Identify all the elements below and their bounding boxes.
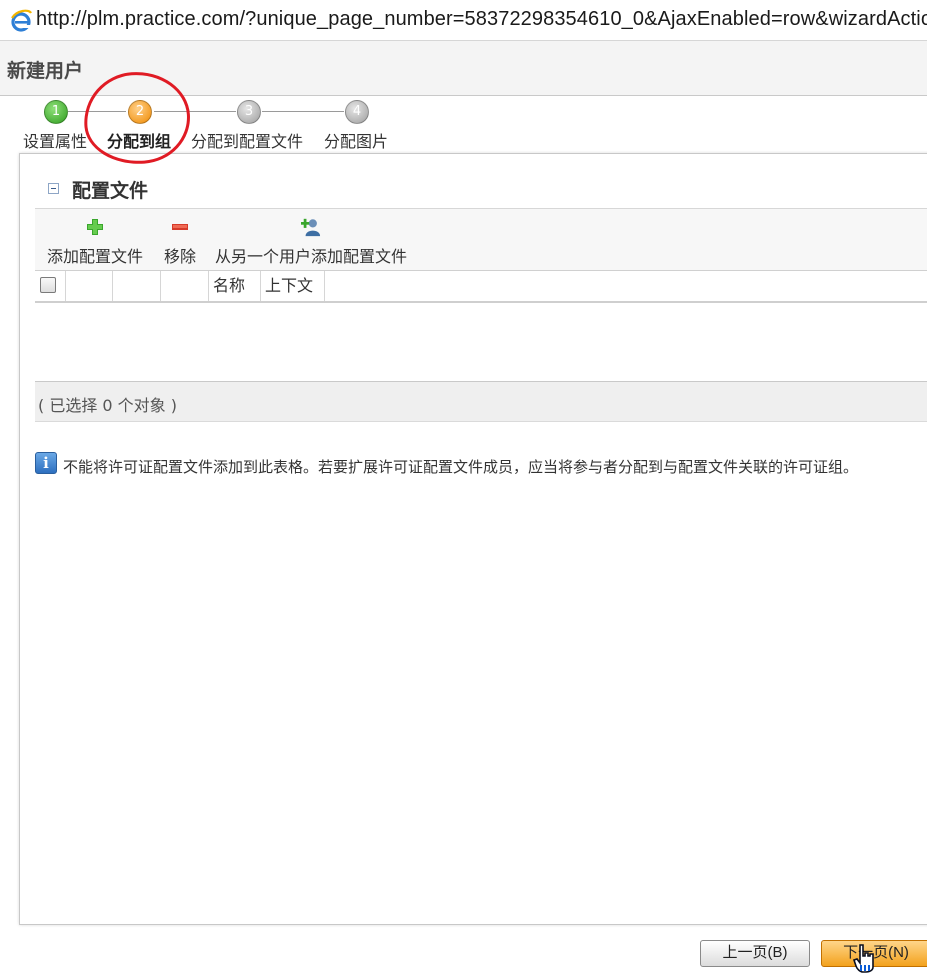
add-profile-label: 添加配置文件 (47, 247, 144, 266)
address-bar[interactable]: http://plm.practice.com/?unique_page_num… (0, 0, 927, 41)
add-from-user-button[interactable]: 从另一个用户添加配置文件 (215, 217, 407, 267)
toolbar: 添加配置文件 移除 从另一个用户添加配置文件 (35, 208, 927, 271)
plus-icon (87, 219, 103, 235)
add-from-user-label: 从另一个用户添加配置文件 (215, 247, 408, 266)
select-all-checkbox[interactable] (40, 277, 56, 293)
ie-icon (11, 9, 32, 32)
remove-button[interactable]: 移除 (164, 217, 196, 267)
step-1-indicator[interactable]: 1 (44, 100, 68, 124)
content-panel: 配置文件 添加配置文件 移除 从另一个用户添加配置文件 名称 上下文 (已选择… (19, 153, 927, 925)
step-3-label[interactable]: 分配到配置文件 (191, 128, 303, 152)
step-1-label[interactable]: 设置属性 (23, 128, 87, 152)
info-text: 不能将许可证配置文件添加到此表格。若要扩展许可证配置文件成员，应当将参与者分配到… (63, 458, 859, 476)
section-title: 配置文件 (72, 180, 149, 202)
step-4-indicator[interactable]: 4 (345, 100, 369, 124)
collapse-icon[interactable] (48, 183, 59, 194)
user-add-icon (301, 218, 321, 237)
prev-button[interactable]: 上一页(B) (700, 940, 810, 967)
minus-icon (172, 224, 188, 230)
select-all-cell (35, 271, 66, 301)
info-icon: i (35, 452, 57, 474)
column-header[interactable] (113, 271, 161, 301)
table-header: 名称 上下文 (35, 270, 927, 304)
step-3-indicator[interactable]: 3 (237, 100, 261, 124)
add-profile-button[interactable]: 添加配置文件 (47, 217, 143, 267)
column-header-context[interactable]: 上下文 (261, 271, 325, 301)
column-header[interactable] (161, 271, 209, 301)
info-message: i 不能将许可证配置文件添加到此表格。若要扩展许可证配置文件成员，应当将参与者分… (35, 452, 927, 478)
url-text[interactable]: http://plm.practice.com/?unique_page_num… (36, 8, 927, 31)
step-4-label[interactable]: 分配图片 (324, 128, 388, 152)
column-header[interactable] (66, 271, 113, 301)
table-footer: ( 已选择 0 个对象 ) (35, 381, 927, 422)
step-connector (262, 111, 344, 112)
table-body (35, 303, 927, 381)
page-title: 新建用户 (7, 60, 84, 82)
footer-buttons: 上一页(B) 下一页(N) (0, 930, 927, 973)
remove-label: 移除 (164, 247, 197, 266)
column-header-name[interactable]: 名称 (209, 271, 261, 301)
hand-cursor-icon (852, 944, 874, 973)
selection-status: ( 已选择 0 个对象 ) (38, 396, 178, 415)
